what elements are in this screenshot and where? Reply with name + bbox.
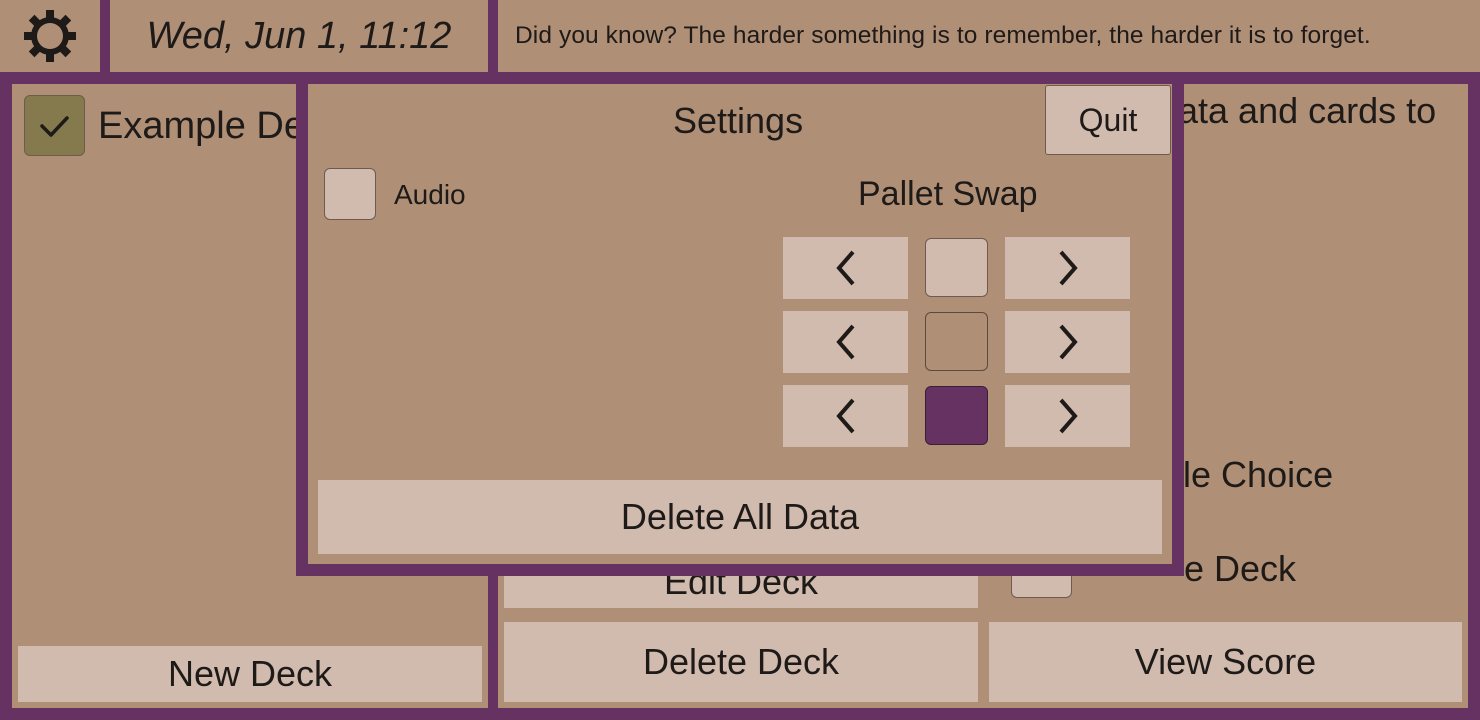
quit-button[interactable]: Quit [1045, 85, 1171, 155]
delete-deck-button[interactable]: Delete Deck [504, 622, 978, 702]
chevron-left-icon [835, 250, 855, 286]
audio-checkbox[interactable] [324, 168, 376, 220]
pallet-prev-button-3[interactable] [783, 385, 908, 447]
datetime-text: Wed, Jun 1, 11:12 [146, 14, 452, 57]
settings-modal-body: Settings Quit Audio Pallet Swap Delete A… [308, 84, 1172, 564]
gear-icon[interactable] [18, 8, 82, 64]
datetime-panel: Wed, Jun 1, 11:12 [110, 0, 488, 72]
checkmark-icon [40, 116, 69, 137]
pallet-swatch-mid [925, 312, 988, 371]
delete-all-data-label: Delete All Data [620, 496, 860, 537]
chevron-right-icon [1058, 250, 1078, 286]
pallet-prev-button-1[interactable] [783, 237, 908, 299]
settings-title: Settings [673, 100, 804, 141]
pallet-next-button-1[interactable] [1005, 237, 1130, 299]
view-score-button[interactable]: View Score [989, 622, 1462, 702]
deck-description: ata and cards to [1178, 90, 1437, 131]
delete-deck-label: Delete Deck [642, 641, 840, 682]
chevron-left-icon [835, 324, 855, 360]
deck-checkbox[interactable] [24, 95, 85, 156]
pallet-next-button-3[interactable] [1005, 385, 1130, 447]
new-deck-button[interactable]: New Deck [18, 646, 482, 702]
tip-panel: Did you know? The harder something is to… [498, 0, 1480, 72]
multiple-choice-label: ple Choice [1163, 454, 1334, 495]
chevron-right-icon [1058, 398, 1078, 434]
pallet-prev-button-2[interactable] [783, 311, 908, 373]
pallet-swap-title: Pallet Swap [858, 175, 1038, 213]
new-deck-label: New Deck [167, 653, 333, 694]
pallet-swatch-light [925, 238, 988, 297]
tip-text: Did you know? The harder something is to… [515, 22, 1371, 49]
pallet-next-button-2[interactable] [1005, 311, 1130, 373]
pallet-swatch-dark [925, 386, 988, 445]
view-score-label: View Score [1134, 641, 1317, 682]
delete-all-data-button[interactable]: Delete All Data [318, 480, 1162, 554]
settings-modal: Settings Quit Audio Pallet Swap Delete A… [296, 74, 1184, 576]
quit-label: Quit [1078, 101, 1138, 138]
shuffle-deck-label: e Deck [1184, 548, 1297, 589]
chevron-left-icon [835, 398, 855, 434]
deck-name: Example De [98, 105, 305, 147]
settings-button-panel[interactable] [0, 0, 100, 72]
chevron-right-icon [1058, 324, 1078, 360]
audio-label: Audio [394, 179, 466, 210]
